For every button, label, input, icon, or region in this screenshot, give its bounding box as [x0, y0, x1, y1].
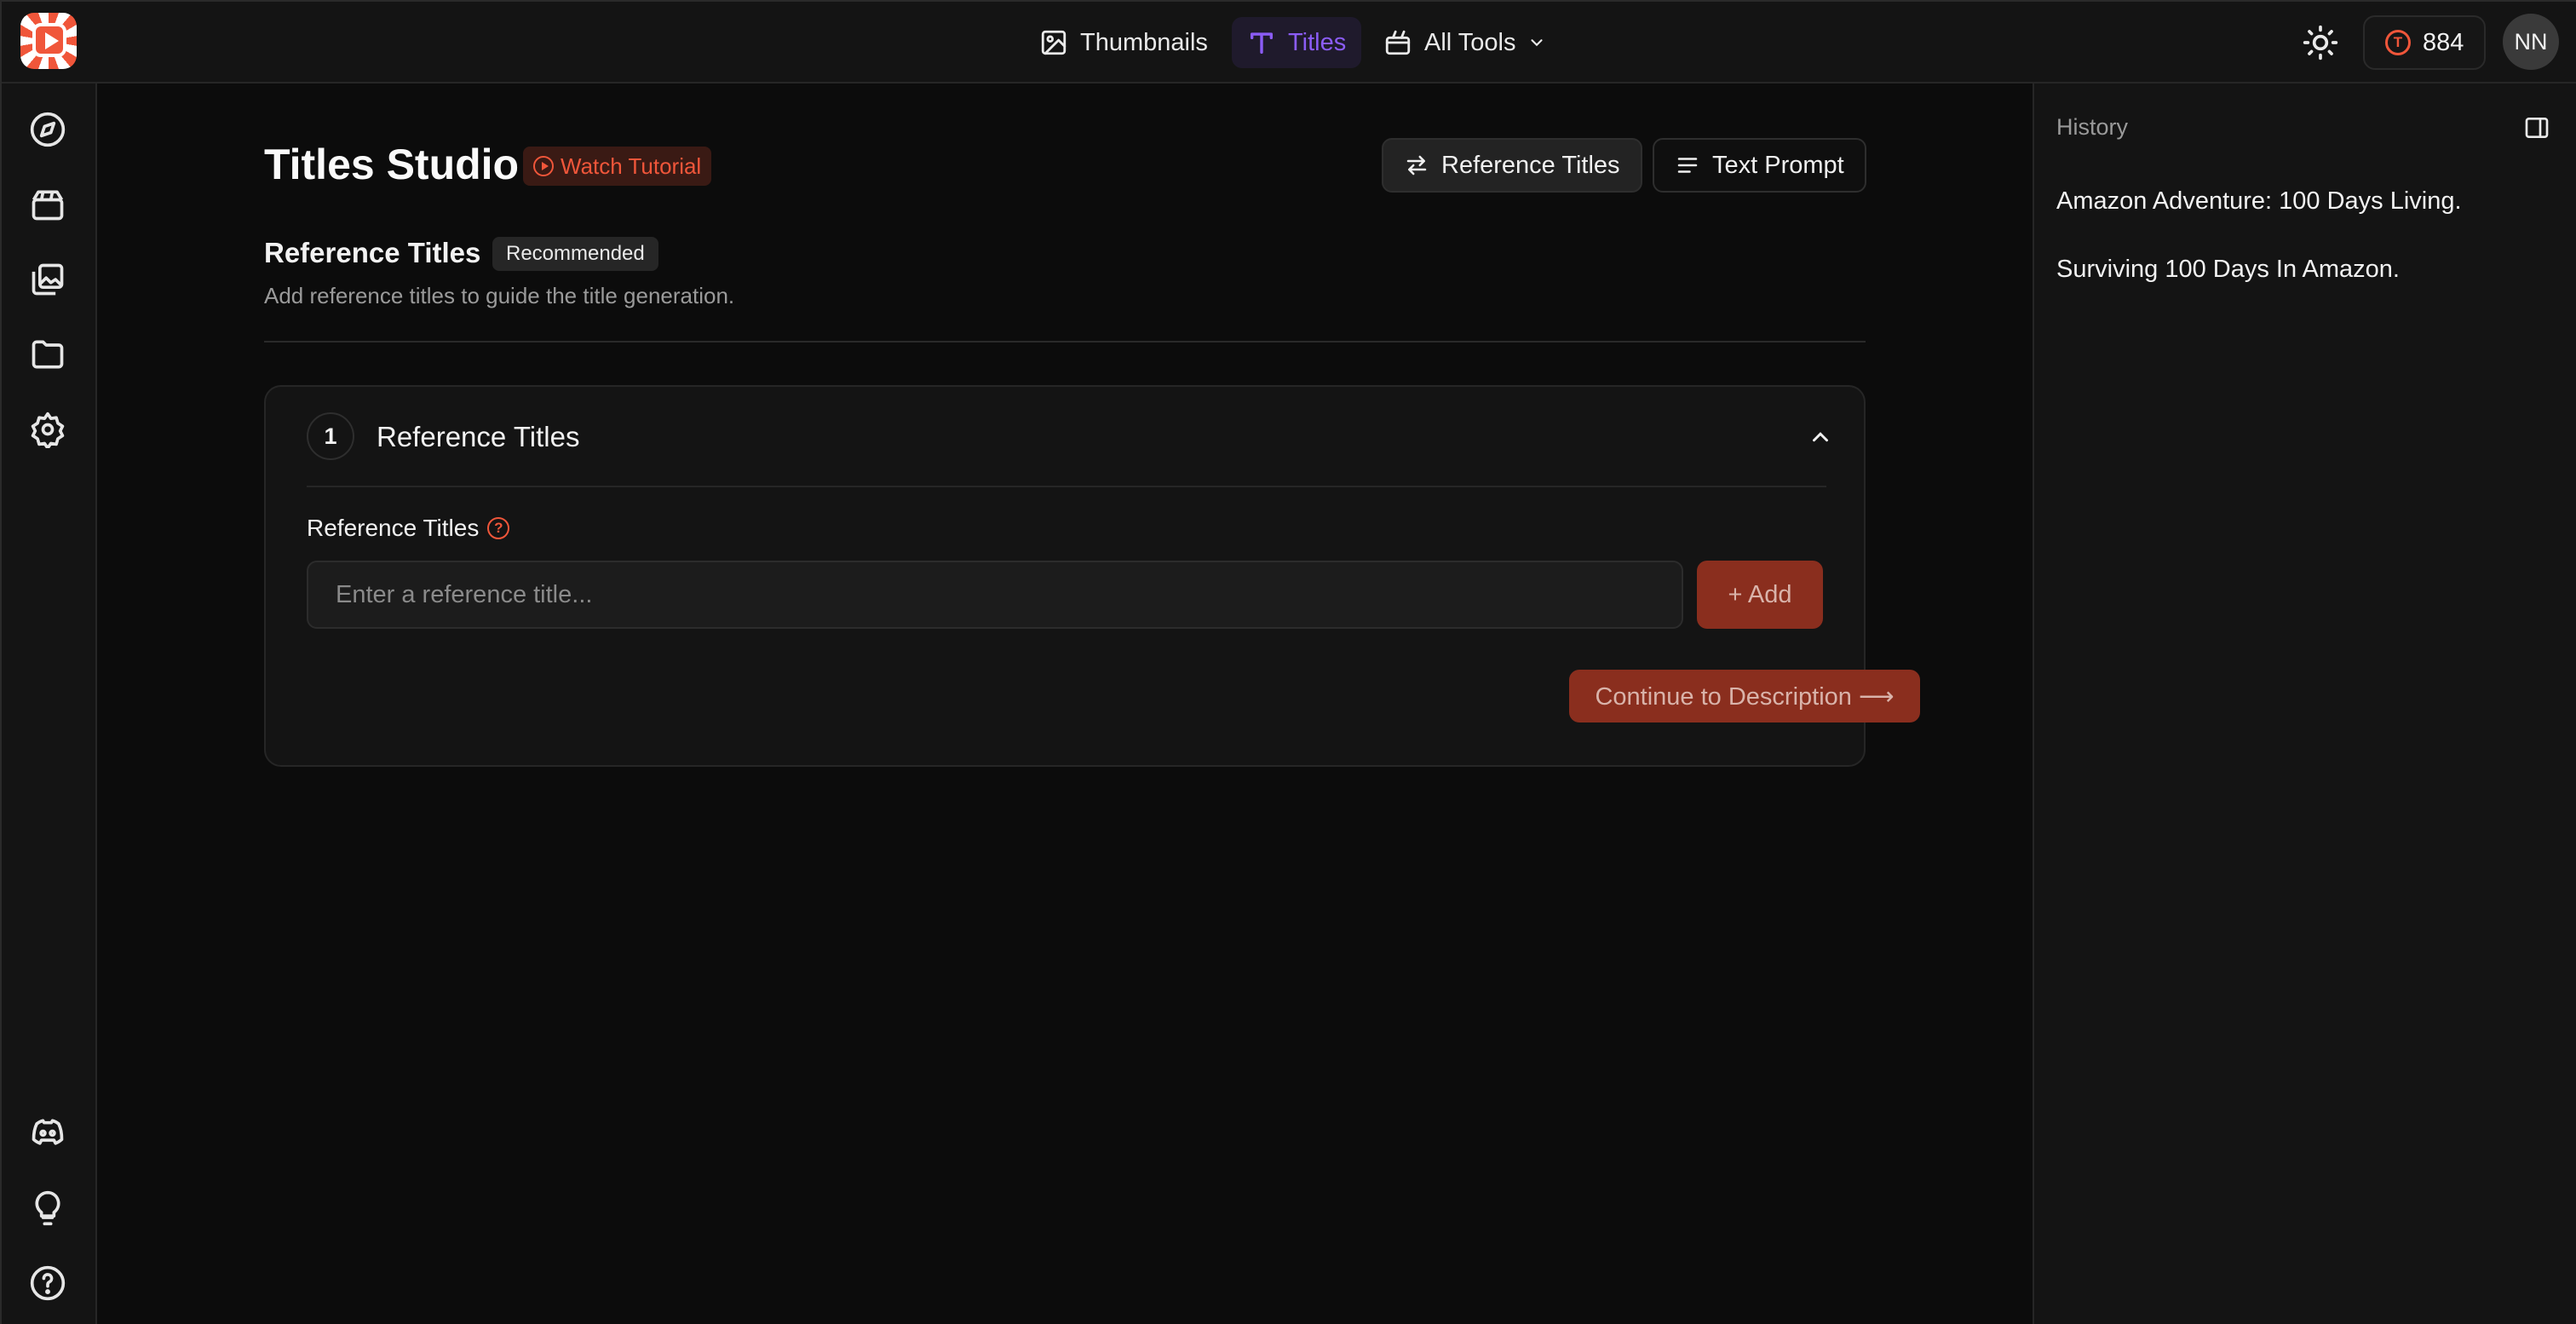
card-divider: [307, 486, 1826, 487]
app-logo[interactable]: [20, 13, 77, 69]
watch-tutorial-button[interactable]: Watch Tutorial: [523, 147, 712, 186]
chevron-up-icon[interactable]: [1808, 424, 1833, 450]
history-item[interactable]: Amazon Adventure: 100 Days Living.: [2056, 187, 2462, 216]
section-divider: [264, 341, 1866, 343]
sidebar: [2, 83, 97, 1324]
reference-title-input[interactable]: [307, 561, 1683, 629]
sidebar-item-explore[interactable]: [29, 111, 66, 148]
chevron-down-icon: [1531, 39, 1544, 47]
token-icon: T: [2385, 30, 2411, 55]
text-t-icon: [1250, 32, 1274, 55]
sidebar-item-folders[interactable]: [29, 336, 66, 373]
history-panel: History Amazon Adventure: 100 Days Livin…: [2033, 83, 2576, 1324]
nav-thumbnails-label: Thumbnails: [1080, 28, 1208, 56]
watch-tutorial-label: Watch Tutorial: [561, 153, 702, 179]
lightbulb-icon: [35, 1190, 60, 1226]
section-title: Reference Titles: [264, 237, 481, 268]
credits-count: 884: [2423, 28, 2464, 56]
compass-icon: [30, 112, 66, 147]
nav-all-tools-label: All Tools: [1424, 28, 1516, 56]
credits-counter[interactable]: T 884: [2363, 15, 2487, 70]
nav-thumbnails[interactable]: Thumbnails: [1024, 17, 1223, 68]
mode-text-prompt-label: Text Prompt: [1712, 151, 1844, 179]
history-title: History: [2056, 114, 2129, 140]
field-label-text: Reference Titles: [307, 515, 480, 541]
step-number: 1: [307, 412, 354, 460]
recommended-badge: Recommended: [492, 237, 658, 271]
folder-icon: [32, 340, 64, 369]
image-gallery-icon: [32, 263, 64, 296]
swap-arrows-icon: [1406, 155, 1427, 176]
mode-reference-titles-button[interactable]: Reference Titles: [1382, 138, 1642, 193]
mode-reference-titles-label: Reference Titles: [1441, 151, 1620, 179]
help-icon: [30, 1265, 66, 1301]
settings-icon: [31, 412, 65, 450]
sidebar-item-discord[interactable]: [29, 1114, 66, 1152]
video-clapper-icon: [32, 190, 64, 221]
reference-titles-card: 1 Reference Titles Reference Titles ? + …: [264, 385, 1920, 767]
logo-play-icon: [32, 23, 66, 57]
nav-all-tools[interactable]: All Tools: [1368, 17, 1561, 68]
main-content: Titles Studio Watch Tutorial Reference T…: [97, 83, 2033, 1324]
sidebar-item-settings[interactable]: [29, 411, 66, 450]
sun-icon[interactable]: [2302, 24, 2339, 61]
reference-titles-field-label: Reference Titles ?: [307, 515, 510, 542]
page-title: Titles Studio: [264, 141, 520, 188]
sidebar-toggle-icon[interactable]: [2523, 114, 2550, 141]
play-circle-icon: [533, 156, 554, 176]
top-bar: Thumbnails Titles All Tools T 884 NN: [2, 2, 2576, 83]
text-lines-icon: [1677, 158, 1698, 173]
help-tooltip-icon[interactable]: ?: [487, 517, 510, 539]
nav-titles-label: Titles: [1288, 28, 1347, 56]
user-avatar[interactable]: NN: [2503, 14, 2559, 70]
card-title: Reference Titles: [377, 421, 580, 452]
sidebar-item-gallery[interactable]: [29, 261, 66, 298]
image-edit-icon: [1041, 30, 1067, 55]
app-window: Thumbnails Titles All Tools T 884 NN Tit…: [0, 0, 2576, 1324]
add-reference-button[interactable]: + Add: [1697, 561, 1823, 629]
sidebar-item-ideas[interactable]: [29, 1189, 66, 1227]
mode-text-prompt-button[interactable]: Text Prompt: [1653, 138, 1866, 193]
history-item[interactable]: Surviving 100 Days In Amazon.: [2056, 256, 2400, 284]
toolbox-icon: [1385, 30, 1411, 55]
continue-to-description-button[interactable]: Continue to Description ⟶: [1569, 670, 1920, 722]
sidebar-item-studio[interactable]: [29, 186, 66, 223]
sidebar-item-help[interactable]: [29, 1264, 66, 1302]
nav-titles[interactable]: Titles: [1232, 17, 1362, 68]
section-description: Add reference titles to guide the title …: [264, 283, 735, 308]
discord-icon: [32, 1119, 64, 1145]
